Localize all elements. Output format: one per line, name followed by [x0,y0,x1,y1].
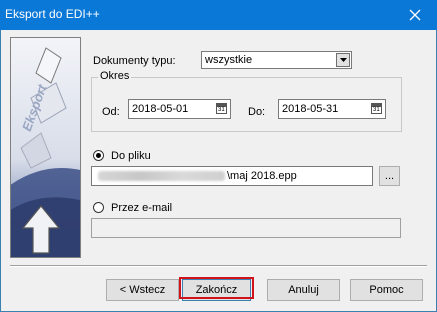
browse-button[interactable]: ... [379,166,400,186]
chevron-down-icon [339,58,347,62]
title-bar: Eksport do EDI++ [0,0,437,30]
date-from-field[interactable]: 2018-05-01 31 [128,99,231,119]
document-type-select[interactable]: wszystkie [201,51,352,69]
cancel-button[interactable]: Anuluj [267,279,340,301]
document-type-label: Dokumenty typu: [93,55,176,67]
date-to-label: Do: [248,106,266,118]
to-file-radio[interactable] [93,150,104,161]
calendar-icon[interactable]: 31 [371,103,382,114]
calendar-icon[interactable]: 31 [216,103,227,114]
wizard-side-image: Eksport [10,37,81,258]
date-to-value: 2018-05-31 [282,103,339,115]
to-file-label[interactable]: Do pliku [111,150,151,162]
redacted-path [98,171,225,181]
period-legend: Okres [98,70,132,82]
date-from-value: 2018-05-01 [132,103,189,115]
dropdown-button[interactable] [336,53,350,67]
back-button[interactable]: < Wstecz [106,279,179,301]
document-type-value: wszystkie [205,54,253,66]
file-path-field[interactable]: \maj 2018.epp [91,166,373,186]
separator [10,265,427,267]
window-title: Eksport do EDI++ [5,7,100,21]
calendar-glyph: 31 [373,107,380,113]
calendar-glyph: 31 [218,107,225,113]
date-to-field[interactable]: 2018-05-31 31 [278,99,386,119]
date-from-label: Od: [102,106,120,118]
help-button[interactable]: Pomoc [350,279,423,301]
close-button[interactable] [393,0,437,30]
close-icon [409,9,421,21]
email-radio[interactable] [93,202,104,213]
highlight-frame [179,277,254,299]
email-label[interactable]: Przez e-mail [111,202,172,214]
file-path-value: \maj 2018.epp [227,170,297,182]
email-field[interactable] [91,218,401,238]
